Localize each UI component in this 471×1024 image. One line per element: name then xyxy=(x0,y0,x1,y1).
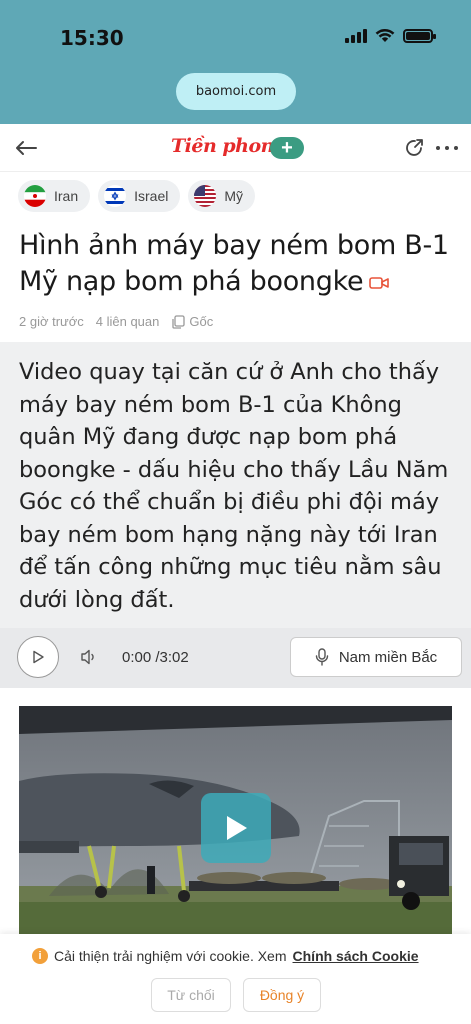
play-icon xyxy=(33,650,44,664)
share-icon[interactable] xyxy=(404,137,426,159)
info-icon: i xyxy=(32,948,48,964)
status-time: 15:30 xyxy=(60,26,124,50)
israel-flag-icon xyxy=(104,185,127,207)
follow-button[interactable]: + xyxy=(270,137,304,159)
cookie-message: Cải thiện trải nghiệm với cookie. Xem xyxy=(54,948,287,964)
video-play-button[interactable] xyxy=(201,793,271,863)
topic-tags: Iran Israel Mỹ xyxy=(18,180,256,212)
source-link[interactable]: Gốc xyxy=(171,314,213,329)
app-header: Tiền phong + xyxy=(0,124,471,172)
tag-israel[interactable]: Israel xyxy=(98,180,181,212)
copy-icon xyxy=(172,314,186,329)
iran-flag-icon xyxy=(24,185,46,207)
audio-time: 0:00 /3:02 xyxy=(122,649,189,666)
accept-button[interactable]: Đồng ý xyxy=(243,978,321,1012)
voice-label: Nam miền Bắc xyxy=(338,648,438,666)
voice-select-button[interactable]: Nam miền Bắc xyxy=(290,637,462,677)
browser-chrome: 15:30 baomoi.com xyxy=(0,0,471,124)
cookie-message-line: i Cải thiện trải nghiệm với cookie. Xem … xyxy=(32,948,419,964)
status-icons xyxy=(345,28,436,43)
source-label: Gốc xyxy=(189,314,214,329)
time-ago: 2 giờ trước xyxy=(19,314,84,329)
us-flag-icon xyxy=(194,185,217,207)
article-title: Hình ảnh máy bay ném bom B-1 Mỹ nạp bom … xyxy=(19,228,459,300)
cookie-actions: Từ chối Đồng ý xyxy=(151,978,321,1012)
audio-play-button[interactable] xyxy=(17,636,59,678)
tag-iran[interactable]: Iran xyxy=(18,180,91,212)
article-meta: 2 giờ trước 4 liên quan Gốc xyxy=(19,314,213,329)
related-link[interactable]: 4 liên quan xyxy=(96,314,160,329)
signal-icon xyxy=(345,28,367,43)
reject-button[interactable]: Từ chối xyxy=(151,978,231,1012)
cookie-policy-link[interactable]: Chính sách Cookie xyxy=(293,948,419,964)
back-arrow-icon[interactable] xyxy=(12,134,40,162)
audio-player: 0:00 /3:02 Nam miền Bắc xyxy=(0,628,471,688)
article-summary: Video quay tại căn cứ ở Anh cho thấy máy… xyxy=(0,342,471,628)
cookie-banner: i Cải thiện trải nghiệm với cookie. Xem … xyxy=(0,934,471,1024)
article-video[interactable] xyxy=(19,706,452,936)
battery-icon xyxy=(403,28,436,43)
tag-label: Iran xyxy=(54,188,79,204)
wifi-icon xyxy=(375,28,395,42)
video-icon xyxy=(369,276,390,289)
tag-label: Israel xyxy=(134,188,169,204)
url-bar[interactable]: baomoi.com xyxy=(176,73,296,110)
tag-label: Mỹ xyxy=(224,188,244,204)
summary-text: Video quay tại căn cứ ở Anh cho thấy máy… xyxy=(19,359,449,613)
more-icon[interactable] xyxy=(436,137,458,159)
tag-my[interactable]: Mỹ xyxy=(188,180,256,212)
volume-icon[interactable] xyxy=(79,647,99,667)
play-icon xyxy=(227,816,247,840)
microphone-icon xyxy=(315,648,329,666)
